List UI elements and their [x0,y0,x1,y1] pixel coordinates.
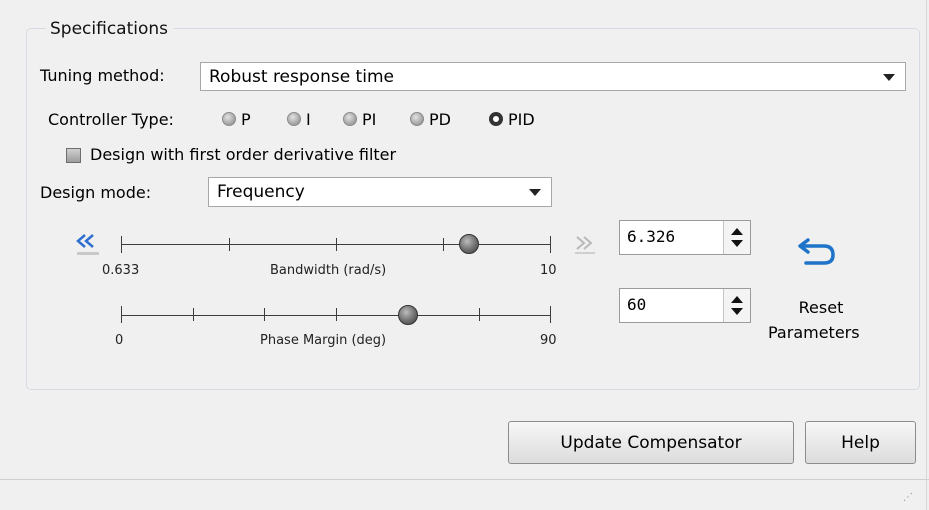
bandwidth-value: 6.326 [627,227,676,246]
decrement-icon[interactable] [731,308,743,315]
double-chevron-left-icon[interactable] [75,230,101,256]
radio-p-label: P [241,110,251,129]
phase-margin-slider-thumb[interactable] [397,305,418,325]
phase-margin-tick [193,308,194,321]
radio-pd[interactable] [410,112,424,126]
phase-margin-spinner[interactable]: 60 [619,288,751,323]
help-button[interactable]: Help [805,421,916,464]
bandwidth-tick [336,238,337,251]
phase-margin-spinner-buttons[interactable] [723,289,750,322]
decrement-icon[interactable] [731,240,743,247]
phase-margin-value: 60 [627,295,647,314]
radio-p[interactable] [222,112,236,126]
radio-i-label: I [306,110,311,129]
design-mode-dropdown[interactable]: Frequency [208,177,552,207]
window-right-edge [926,0,927,510]
phase-margin-axis-label: Phase Margin (deg) [260,333,387,348]
double-chevron-right-icon[interactable] [574,233,596,255]
tuning-method-value: Robust response time [209,66,394,87]
design-mode-value: Frequency [217,182,305,202]
tuning-method-label: Tuning method: [40,66,165,85]
specifications-title: Specifications [46,19,175,39]
bandwidth-tick [229,238,230,251]
radio-pd-label: PD [429,110,451,129]
phase-margin-tick [550,306,551,323]
phase-margin-max-label: 90 [540,333,557,348]
bandwidth-axis-label: Bandwidth (rad/s) [270,263,387,278]
bandwidth-min-label: 0.633 [102,263,140,278]
bandwidth-tick [443,238,444,251]
phase-margin-tick [264,308,265,321]
update-compensator-button[interactable]: Update Compensator [508,421,794,464]
radio-i[interactable] [287,112,301,126]
phase-margin-tick [121,306,122,323]
reset-label-line2[interactable]: Parameters [768,323,860,342]
radio-pid[interactable] [489,112,503,126]
increment-icon[interactable] [731,228,743,235]
bandwidth-tick [121,236,122,253]
status-separator [0,479,929,480]
resize-grip-icon[interactable]: ⋰ [903,492,913,503]
undo-arrow-icon[interactable] [794,232,840,272]
design-mode-label: Design mode: [40,183,152,202]
chevron-down-icon [883,73,895,81]
tuning-method-dropdown[interactable]: Robust response time [200,62,906,91]
radio-pi-label: PI [362,110,377,129]
phase-margin-tick [479,308,480,321]
controller-type-label: Controller Type: [48,110,174,129]
phase-margin-min-label: 0 [115,333,124,348]
derivative-filter-label: Design with first order derivative filte… [90,145,397,164]
bandwidth-spinner[interactable]: 6.326 [619,220,751,255]
bandwidth-max-label: 10 [540,263,557,278]
bandwidth-tick [550,236,551,253]
radio-pi[interactable] [343,112,357,126]
bandwidth-spinner-buttons[interactable] [723,221,750,254]
reset-label-line1[interactable]: Reset [794,298,848,317]
phase-margin-tick [336,308,337,321]
chevron-down-icon [529,189,541,196]
derivative-filter-checkbox[interactable] [66,148,81,163]
increment-icon[interactable] [731,296,743,303]
radio-pid-label: PID [508,110,535,129]
